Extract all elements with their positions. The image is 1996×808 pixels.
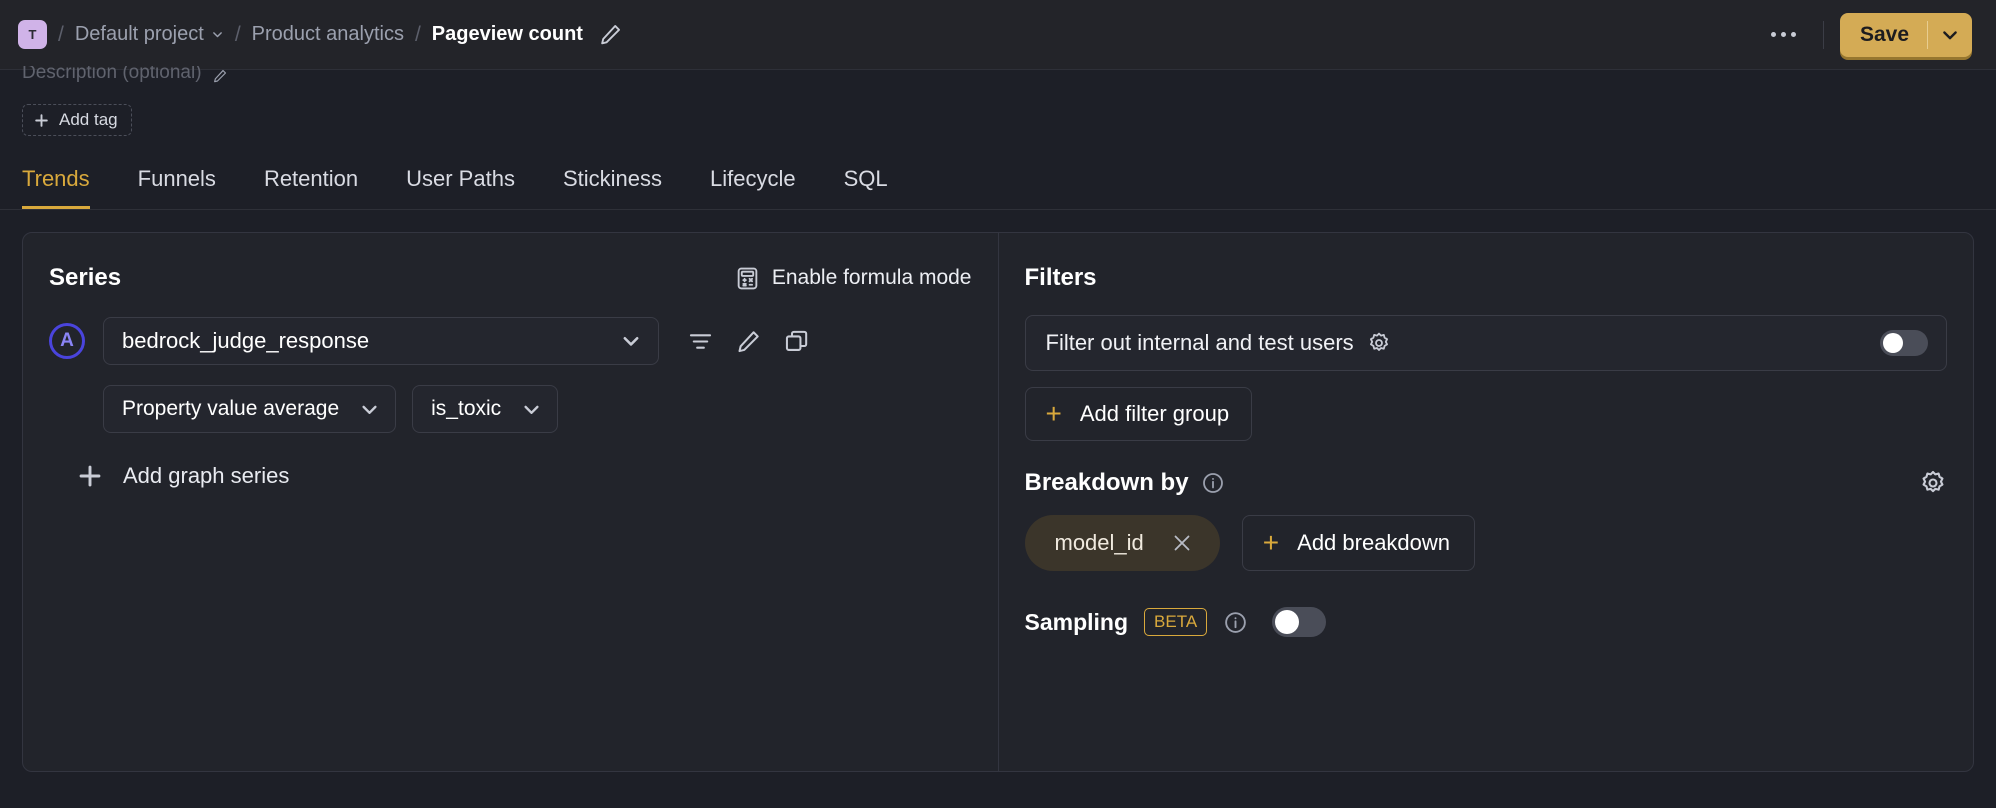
sub-header: Description (optional) Add tag bbox=[0, 62, 1996, 136]
chevron-down-icon bbox=[521, 399, 542, 420]
calculator-icon bbox=[735, 266, 760, 291]
edit-pencil-icon[interactable] bbox=[731, 324, 765, 358]
breadcrumb-current-page: Pageview count bbox=[431, 23, 583, 45]
math-property-label: is_toxic bbox=[431, 397, 502, 420]
tab-trends[interactable]: Trends bbox=[22, 160, 90, 209]
series-event-select[interactable]: bedrock_judge_response bbox=[103, 317, 659, 365]
breadcrumb: T / Default project / Product analytics … bbox=[18, 20, 1761, 49]
top-bar: T / Default project / Product analytics … bbox=[0, 0, 1996, 70]
breakdown-tag-label: model_id bbox=[1054, 530, 1144, 555]
duplicate-icon[interactable] bbox=[779, 324, 813, 358]
add-filter-group-label: Add filter group bbox=[1079, 401, 1230, 426]
breakdown-row: model_id + Add breakdown bbox=[1024, 515, 1948, 571]
plus-icon: + bbox=[1045, 398, 1062, 429]
project-avatar[interactable]: T bbox=[18, 20, 47, 49]
math-type-label: Property value average bbox=[122, 397, 340, 420]
filter-icon[interactable] bbox=[683, 324, 717, 358]
description-row[interactable]: Description (optional) bbox=[22, 62, 1974, 88]
toggle-knob bbox=[1275, 610, 1300, 634]
filters-header: Filters bbox=[1025, 261, 1948, 295]
add-filter-group-button[interactable]: + Add filter group bbox=[1024, 387, 1253, 441]
tab-retention[interactable]: Retention bbox=[264, 160, 358, 209]
series-math-row: Property value average is_toxic bbox=[103, 385, 972, 433]
edit-title-icon[interactable] bbox=[598, 22, 623, 47]
breakdown-title-group: Breakdown by bbox=[1025, 469, 1225, 497]
description-placeholder: Description (optional) bbox=[22, 66, 202, 83]
series-event-label: bedrock_judge_response bbox=[122, 328, 370, 353]
chevron-down-icon bbox=[211, 28, 224, 41]
breadcrumb-separator-1: / bbox=[58, 22, 64, 46]
breakdown-title: Breakdown by bbox=[1024, 469, 1189, 496]
math-property-select[interactable]: is_toxic bbox=[412, 385, 559, 433]
sampling-toggle[interactable] bbox=[1272, 607, 1327, 637]
sampling-label: Sampling bbox=[1024, 608, 1129, 635]
internal-users-label: Filter out internal and test users bbox=[1045, 330, 1354, 355]
breakdown-header: Breakdown by bbox=[1025, 469, 1948, 497]
plus-icon: + bbox=[1262, 527, 1280, 558]
gear-icon[interactable] bbox=[1367, 331, 1391, 355]
tab-lifecycle[interactable]: Lifecycle bbox=[710, 160, 796, 209]
enable-formula-mode-label: Enable formula mode bbox=[771, 266, 972, 289]
breakdown-tag-model-id[interactable]: model_id bbox=[1024, 515, 1220, 571]
close-icon[interactable] bbox=[1170, 531, 1194, 555]
breakdown-settings-gear-icon[interactable] bbox=[1919, 469, 1947, 497]
filters-column: Filters Filter out internal and test use… bbox=[999, 233, 1974, 771]
edit-description-icon[interactable] bbox=[212, 68, 228, 84]
save-dropdown-button[interactable] bbox=[1928, 13, 1972, 57]
add-graph-series-label: Add graph series bbox=[123, 463, 290, 488]
add-graph-series-button[interactable]: Add graph series bbox=[77, 463, 972, 489]
internal-users-toggle[interactable] bbox=[1880, 330, 1928, 356]
tab-stickiness[interactable]: Stickiness bbox=[563, 160, 662, 209]
save-button[interactable]: Save bbox=[1840, 13, 1927, 57]
internal-users-label-group: Filter out internal and test users bbox=[1046, 330, 1391, 356]
tab-sql[interactable]: SQL bbox=[844, 160, 888, 209]
series-header: Series Enable formula mode bbox=[49, 261, 972, 295]
series-column: Series Enable formula mode A bedrock_jud… bbox=[23, 233, 998, 771]
save-button-group: Save bbox=[1839, 12, 1972, 57]
more-dot bbox=[1791, 32, 1797, 37]
add-tag-label: Add tag bbox=[59, 110, 118, 129]
sampling-row: Sampling BETA bbox=[1025, 607, 1948, 637]
toolbar-divider bbox=[1822, 20, 1824, 49]
series-title: Series bbox=[49, 264, 122, 291]
math-type-select[interactable]: Property value average bbox=[103, 385, 397, 433]
breadcrumb-project[interactable]: Default project bbox=[75, 23, 224, 46]
info-icon[interactable] bbox=[1201, 471, 1225, 495]
beta-badge: BETA bbox=[1144, 608, 1208, 636]
breadcrumb-separator-2: / bbox=[234, 22, 241, 46]
more-options-button[interactable] bbox=[1761, 16, 1807, 54]
add-tag-button[interactable]: Add tag bbox=[22, 104, 132, 136]
series-row-a: A bedrock_judge_response bbox=[49, 317, 972, 365]
query-editor-panel: Series Enable formula mode A bedrock_jud… bbox=[22, 232, 1974, 772]
plus-icon bbox=[35, 113, 48, 127]
series-action-icons bbox=[683, 324, 813, 358]
top-bar-actions: Save bbox=[1761, 12, 1972, 57]
toggle-knob bbox=[1883, 333, 1903, 353]
tab-funnels[interactable]: Funnels bbox=[138, 160, 216, 209]
series-letter-badge[interactable]: A bbox=[49, 323, 85, 359]
more-dot bbox=[1781, 32, 1787, 37]
internal-users-filter-card: Filter out internal and test users bbox=[1024, 315, 1947, 371]
more-dot bbox=[1771, 32, 1777, 37]
add-breakdown-label: Add breakdown bbox=[1297, 530, 1451, 555]
plus-icon bbox=[79, 465, 101, 487]
enable-formula-mode-button[interactable]: Enable formula mode bbox=[735, 266, 972, 291]
insight-type-tabs: Trends Funnels Retention User Paths Stic… bbox=[0, 160, 1996, 210]
add-breakdown-button[interactable]: + Add breakdown bbox=[1241, 515, 1476, 571]
chevron-down-icon bbox=[359, 399, 380, 420]
description-clip: Description (optional) bbox=[22, 66, 228, 84]
breadcrumb-separator-3: / bbox=[414, 22, 421, 46]
chevron-down-icon bbox=[620, 330, 642, 352]
breadcrumb-project-label: Default project bbox=[74, 23, 204, 45]
tab-user-paths[interactable]: User Paths bbox=[406, 160, 515, 209]
breadcrumb-section[interactable]: Product analytics bbox=[252, 23, 404, 46]
info-icon[interactable] bbox=[1223, 610, 1248, 635]
filters-title: Filters bbox=[1024, 264, 1097, 291]
